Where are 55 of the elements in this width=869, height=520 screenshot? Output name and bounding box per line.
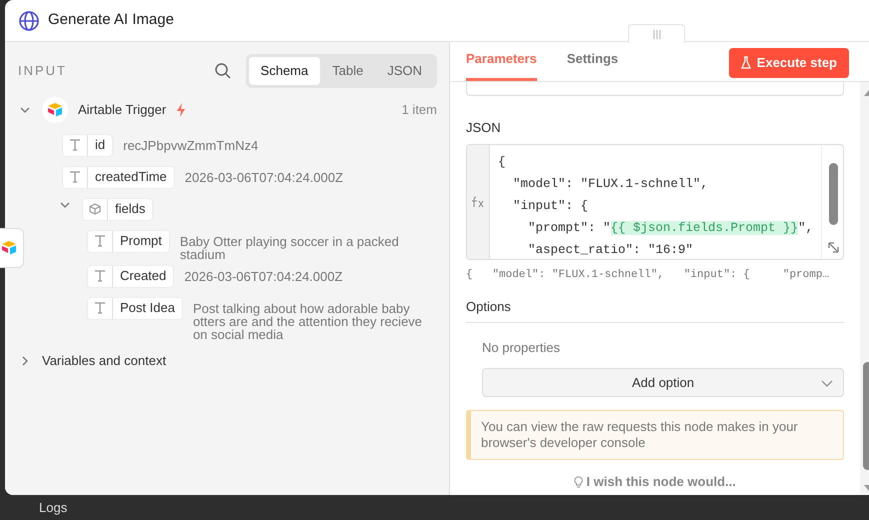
search-icon[interactable] — [214, 62, 232, 80]
globe-icon — [18, 10, 40, 32]
lightning-icon — [176, 102, 186, 116]
caret-icon — [821, 380, 834, 388]
panel-tab[interactable]: Parameters — [466, 48, 537, 81]
resize-handle[interactable] — [628, 24, 685, 43]
field-value: 2026-03-06T07:04:24.000Z — [184, 270, 344, 282]
feedback-link[interactable]: I wish this node would... — [586, 472, 736, 492]
section-toggle[interactable]: Variables and context — [42, 350, 166, 370]
airtable-icon — [1, 240, 17, 256]
field-label: JSON — [466, 119, 502, 137]
panel-heading: INPUT — [18, 62, 67, 80]
function-icon — [471, 196, 485, 208]
airtable-icon — [47, 102, 63, 118]
section-heading: Options — [466, 297, 844, 322]
field-value: 2026-03-06T07:04:24.000Z — [184, 170, 344, 184]
info-notice: You can view the raw requests this node makes in your browser's developer console — [466, 410, 844, 460]
cube-icon — [89, 203, 101, 215]
expand-icon[interactable] — [828, 242, 840, 252]
window-title: Generate AI Image — [48, 10, 174, 30]
select-field[interactable] — [466, 82, 844, 96]
grip-icon — [652, 30, 660, 39]
field-key: Created — [87, 264, 174, 288]
field-key: Prompt — [87, 230, 170, 252]
expression-preview: { "model": "FLUX.1-schnell", "input": { "promp… — [466, 268, 830, 282]
code-line: "model": "FLUX.1-schnell", — [512, 176, 710, 192]
view-tab[interactable]: Table — [320, 57, 376, 84]
text-type-icon — [69, 139, 81, 151]
field-key: Post Idea — [87, 296, 183, 320]
flask-icon — [740, 56, 751, 70]
field-value: Post talking about how adorable baby otters are and the attention they recieve on social media — [192, 302, 424, 340]
empty-message: No properties — [482, 338, 562, 357]
text-type-icon — [94, 302, 106, 314]
field-key: createdTime — [62, 166, 175, 188]
view-tab[interactable]: JSON — [375, 57, 434, 84]
add-option-button[interactable]: Add option — [482, 368, 844, 397]
panel-tab[interactable]: Settings — [566, 48, 618, 81]
execute-button[interactable]: Execute step — [728, 48, 849, 78]
code-editor[interactable]: { "model": "FLUX.1-schnell", "input": { "prompt": "{{ $json.fields.Prompt }}", "aspect_ratio": "16:9" — [466, 144, 844, 260]
item-count: 1 item — [402, 100, 437, 119]
logs-label[interactable]: Logs — [39, 498, 68, 518]
lightbulb-icon — [574, 476, 584, 488]
field-key: fields — [82, 198, 154, 220]
field-value: recJPbpvwZmmTmNz4 — [123, 138, 260, 152]
code-line: "aspect_ratio": "16:9" — [527, 242, 694, 258]
code-line: "input": { — [512, 198, 590, 214]
scrollbar-thumb[interactable] — [829, 162, 838, 224]
code-line: { — [498, 154, 507, 170]
text-type-icon — [69, 171, 81, 183]
field-value: Baby Otter playing soccer in a packed stadium — [180, 234, 400, 260]
view-tab[interactable]: Schema — [248, 57, 320, 84]
field-key: id — [62, 134, 114, 156]
text-type-icon — [94, 270, 106, 282]
node-name: Airtable Trigger — [78, 100, 166, 119]
text-type-icon — [94, 235, 106, 247]
